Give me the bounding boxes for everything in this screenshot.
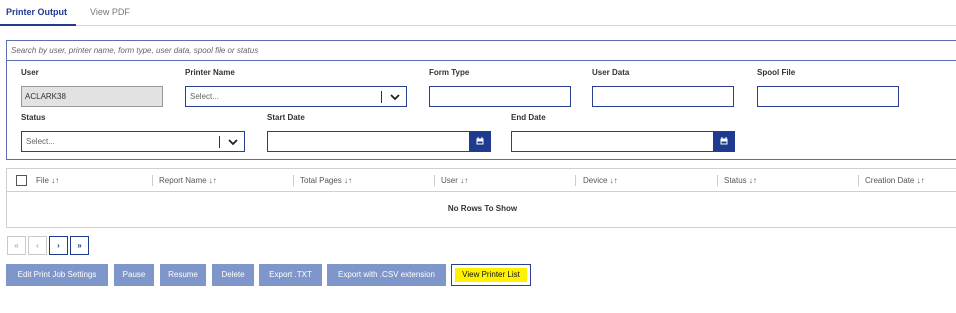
end-date-label: End Date [511,113,546,122]
start-date-label: Start Date [267,113,305,122]
end-date-field[interactable] [511,131,735,152]
status-select[interactable]: Select... [21,131,245,152]
delete-button[interactable]: Delete [212,264,254,286]
user-data-field[interactable] [592,86,734,107]
printer-name-placeholder: Select... [190,92,219,101]
column-separator [858,175,859,186]
prev-page-button[interactable]: ‹ [28,236,47,255]
spool-file-field[interactable] [757,86,899,107]
first-page-button[interactable]: « [7,236,26,255]
printer-name-label: Printer Name [185,68,235,77]
tab-printer-output[interactable]: Printer Output [6,7,67,17]
pause-button[interactable]: Pause [114,264,154,286]
printer-name-select[interactable]: Select... [185,86,407,107]
chevron-down-icon[interactable] [227,136,239,148]
column-header-total-pages[interactable]: Total Pages ↓↑ [300,169,352,192]
column-separator [293,175,294,186]
empty-grid-message: No Rows To Show [447,204,518,213]
grid-header: File ↓↑ Report Name ↓↑ Total Pages ↓↑ Us… [7,169,956,192]
column-header-status[interactable]: Status ↓↑ [724,169,757,192]
start-date-calendar-button[interactable] [469,131,491,152]
column-separator [717,175,718,186]
column-separator [575,175,576,186]
next-page-button[interactable]: › [49,236,68,255]
tab-view-pdf[interactable]: View PDF [90,7,130,17]
search-input[interactable] [7,41,956,61]
select-separator [219,136,220,148]
start-date-field[interactable] [267,131,491,152]
spool-file-label: Spool File [757,68,796,77]
printer-output-page: Printer Output View PDF User Printer Nam… [0,0,956,313]
form-type-field[interactable] [429,86,571,107]
export-txt-button[interactable]: Export .TXT [259,264,322,286]
column-header-device[interactable]: Device ↓↑ [583,169,618,192]
user-data-label: User Data [592,68,630,77]
user-label: User [21,68,39,77]
status-label: Status [21,113,46,122]
column-header-creation-date[interactable]: Creation Date ↓↑ [865,169,925,192]
form-type-label: Form Type [429,68,470,77]
print-jobs-grid: File ↓↑ Report Name ↓↑ Total Pages ↓↑ Us… [6,168,956,228]
end-date-calendar-button[interactable] [713,131,735,152]
user-field: ACLARK38 [21,86,163,107]
edit-print-job-settings-button[interactable]: Edit Print Job Settings [6,264,108,286]
active-tab-indicator [0,24,76,26]
export-csv-button[interactable]: Export with .CSV extension [327,264,446,286]
resume-button[interactable]: Resume [160,264,206,286]
filter-panel: User Printer Name Form Type User Data Sp… [6,40,956,160]
view-printer-list-button[interactable]: View Printer List [451,264,531,286]
tab-bar: Printer Output View PDF [0,0,956,26]
calendar-icon [720,137,728,145]
calendar-icon [476,137,484,145]
view-printer-list-label: View Printer List [455,268,527,282]
last-page-button[interactable]: » [70,236,89,255]
select-separator [381,91,382,103]
column-header-report-name[interactable]: Report Name ↓↑ [159,169,217,192]
select-all-checkbox[interactable] [16,175,27,186]
column-header-file[interactable]: File ↓↑ [36,169,59,192]
column-header-user[interactable]: User ↓↑ [441,169,468,192]
column-separator [434,175,435,186]
chevron-down-icon[interactable] [389,91,401,103]
status-placeholder: Select... [26,137,55,146]
column-separator [152,175,153,186]
